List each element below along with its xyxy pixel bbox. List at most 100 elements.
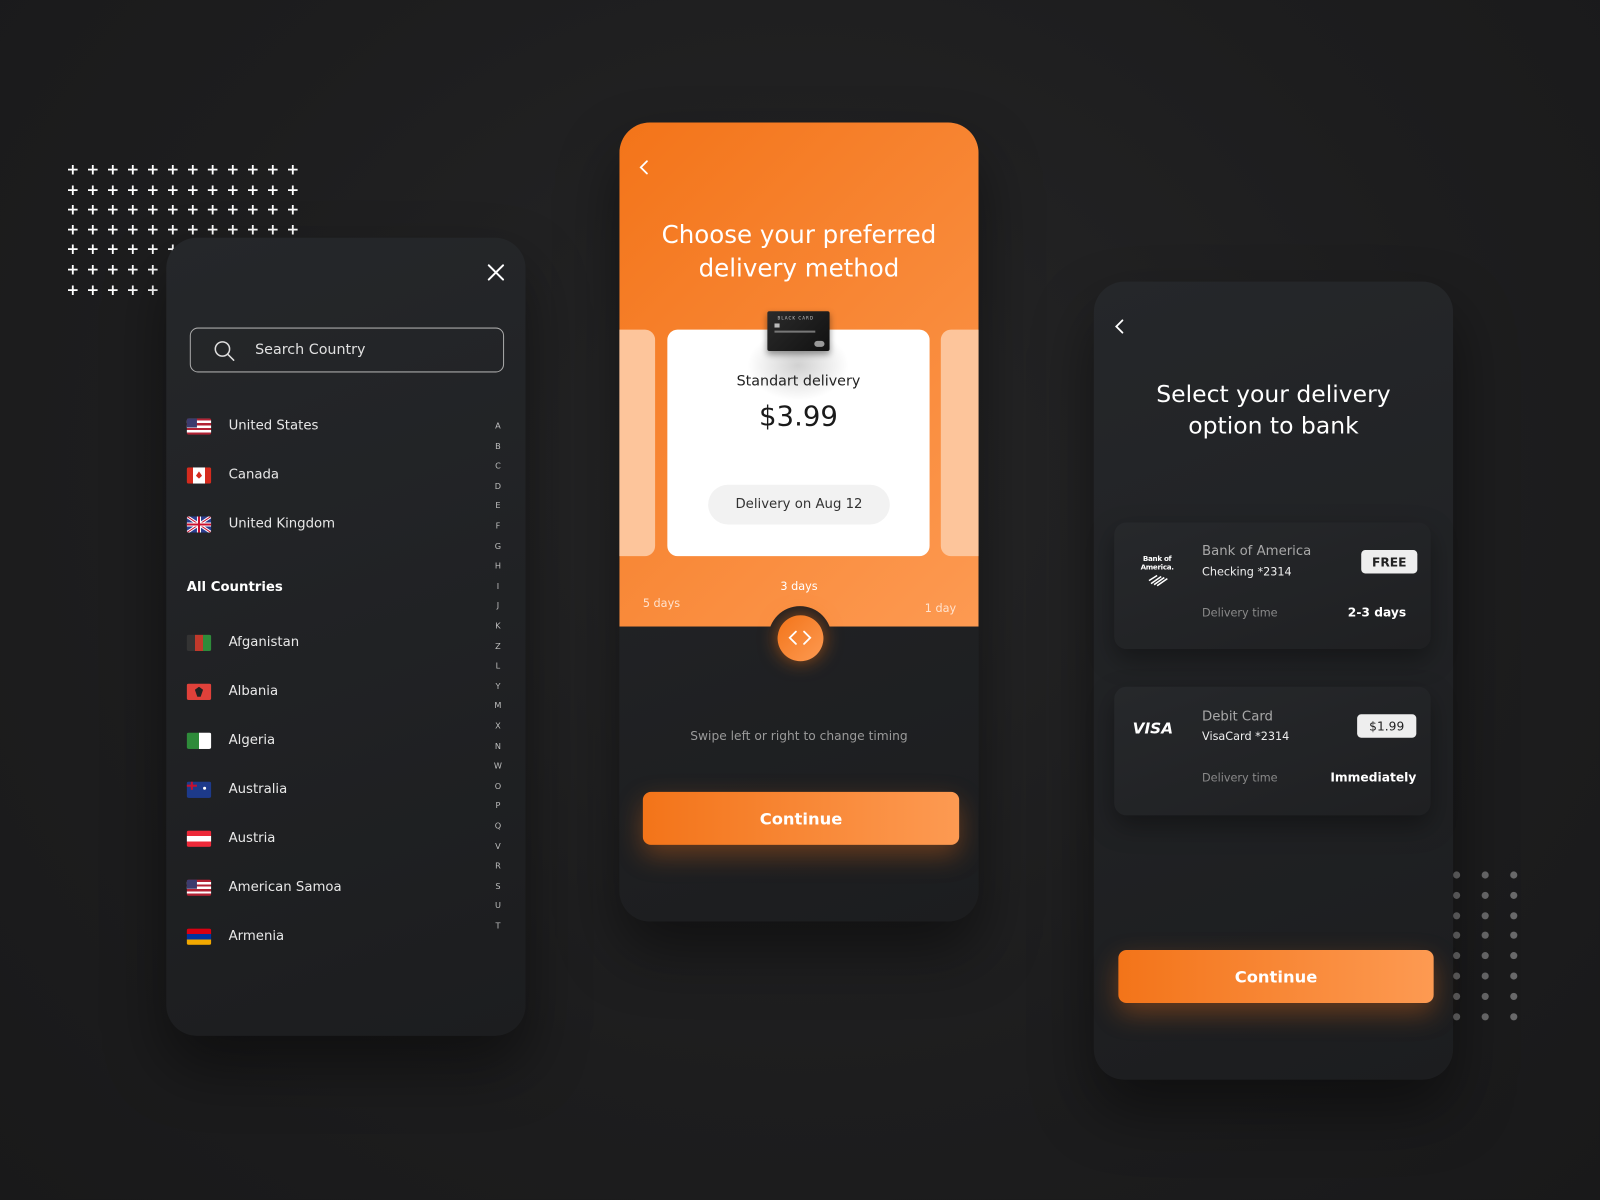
country-list-item[interactable]: Canada	[186, 463, 452, 487]
alphabet-letter[interactable]: R	[493, 861, 503, 870]
flag-dz-icon	[186, 732, 212, 749]
plus-mark: +	[246, 180, 260, 199]
account-number: Checking *2314	[1202, 565, 1292, 579]
timing-1-day[interactable]: 1 day	[925, 602, 956, 615]
alphabet-letter[interactable]: J	[493, 601, 503, 610]
alphabet-letter[interactable]: O	[493, 781, 503, 790]
delivery-time-value: 2-3 days	[1347, 605, 1407, 620]
bank-option-bank-of-america[interactable]: Bank of America. Bank of America Checkin…	[1114, 522, 1431, 649]
previous-option-card[interactable]	[619, 329, 656, 557]
plus-mark: +	[86, 160, 100, 179]
alphabet-letter[interactable]: V	[493, 841, 503, 850]
continue-button[interactable]: Continue	[1118, 949, 1434, 1004]
alphabet-letter[interactable]: Z	[493, 641, 503, 650]
alphabet-letter[interactable]: U	[493, 901, 503, 910]
account-number: VisaCard *2314	[1202, 729, 1290, 743]
plus-mark: +	[166, 160, 180, 179]
country-name: Algeria	[228, 732, 276, 748]
plus-mark: +	[106, 200, 120, 219]
plus-mark: +	[146, 180, 160, 199]
alphabet-letter[interactable]: D	[493, 481, 503, 490]
alphabet-letter[interactable]: T	[493, 921, 503, 930]
alphabet-letter[interactable]: Y	[493, 681, 503, 690]
plus-mark: +	[286, 180, 300, 199]
timing-slider-handle[interactable]	[768, 606, 832, 670]
flag-af-icon	[186, 634, 212, 652]
dot-mark	[1510, 972, 1518, 980]
alphabet-letter[interactable]: S	[493, 881, 503, 890]
country-list-item[interactable]: Algeria	[186, 729, 452, 753]
back-chevron-icon[interactable]	[1113, 318, 1125, 338]
continue-button[interactable]: Continue	[642, 791, 960, 845]
plus-mark: +	[126, 160, 140, 179]
alphabet-letter[interactable]: F	[493, 521, 503, 530]
plus-mark: +	[226, 200, 240, 219]
close-icon[interactable]	[487, 263, 505, 281]
plus-mark: +	[66, 180, 80, 199]
plus-mark: +	[246, 220, 260, 239]
country-list-item[interactable]: Albania	[186, 680, 452, 704]
plus-mark: +	[126, 180, 140, 199]
bank-option-debit-card[interactable]: VISA Debit Card VisaCard *2314 $1.99 Del…	[1114, 686, 1431, 816]
country-list-item[interactable]: American Samoa	[186, 876, 452, 900]
flag-am-icon	[186, 928, 212, 945]
plus-mark: +	[126, 240, 140, 259]
alphabet-letter[interactable]: A	[493, 421, 503, 430]
black-card-image: BLACK CARD	[767, 311, 830, 352]
alphabet-letter[interactable]: X	[493, 721, 503, 730]
alphabet-letter[interactable]: K	[493, 621, 503, 630]
country-list-item[interactable]: Armenia	[186, 924, 452, 948]
bank-delivery-screen: Select your delivery option to bank Bank…	[1093, 281, 1454, 1080]
country-list-item[interactable]: Afganistan	[186, 631, 452, 655]
alphabet-letter[interactable]: B	[493, 441, 503, 450]
alphabet-letter[interactable]: P	[493, 801, 503, 810]
dot-mark	[1481, 932, 1489, 940]
alphabet-letter[interactable]: C	[493, 461, 503, 470]
plus-mark: +	[226, 160, 240, 179]
next-option-card[interactable]	[940, 329, 979, 557]
alphabet-letter[interactable]: N	[493, 741, 503, 750]
country-list-item[interactable]: United Kingdom	[186, 512, 452, 536]
plus-mark: +	[86, 220, 100, 239]
plus-mark: +	[206, 160, 220, 179]
dot-mark	[1481, 972, 1489, 980]
plus-mark: +	[106, 220, 120, 239]
plus-mark: +	[186, 180, 200, 199]
alphabet-letter[interactable]: G	[493, 541, 503, 550]
plus-mark: +	[186, 200, 200, 219]
alphabet-letter[interactable]: L	[493, 661, 503, 670]
timing-3-days[interactable]: 3 days	[619, 580, 978, 593]
plus-mark: +	[66, 240, 80, 259]
search-country-input[interactable]: Search Country	[189, 327, 505, 373]
plus-mark: +	[146, 260, 160, 279]
flag-at-icon	[186, 830, 212, 847]
flag-al-icon	[186, 683, 212, 700]
country-name: United States	[228, 418, 319, 434]
dot-mark	[1510, 891, 1518, 899]
flag-gb-icon	[186, 516, 212, 533]
alphabet-letter[interactable]: I	[493, 581, 503, 590]
dot-mark	[1453, 952, 1461, 960]
plus-mark: +	[206, 220, 220, 239]
search-placeholder: Search Country	[255, 341, 366, 359]
dot-mark	[1510, 911, 1518, 919]
plus-mark: +	[126, 280, 140, 299]
plus-mark: +	[246, 200, 260, 219]
country-list-item[interactable]: United States	[186, 414, 452, 438]
country-list-item[interactable]: Austria	[186, 827, 452, 851]
alphabet-letter[interactable]: E	[493, 501, 503, 510]
plus-mark: +	[166, 180, 180, 199]
alphabet-letter[interactable]: Q	[493, 821, 503, 830]
country-list-item[interactable]: Australia	[186, 778, 452, 802]
plus-mark: +	[186, 220, 200, 239]
delivery-time-value: Immediately	[1330, 770, 1417, 785]
alphabet-letter[interactable]: W	[493, 761, 503, 770]
timing-5-days[interactable]: 5 days	[643, 597, 680, 610]
alphabet-letter[interactable]: M	[493, 701, 503, 710]
back-chevron-icon[interactable]	[638, 159, 650, 179]
delivery-option-card[interactable]: BLACK CARD Standart delivery $3.99 Deliv…	[667, 311, 930, 557]
plus-mark: +	[66, 200, 80, 219]
alphabet-letter[interactable]: H	[493, 561, 503, 570]
plus-mark: +	[66, 220, 80, 239]
plus-mark: +	[106, 280, 120, 299]
